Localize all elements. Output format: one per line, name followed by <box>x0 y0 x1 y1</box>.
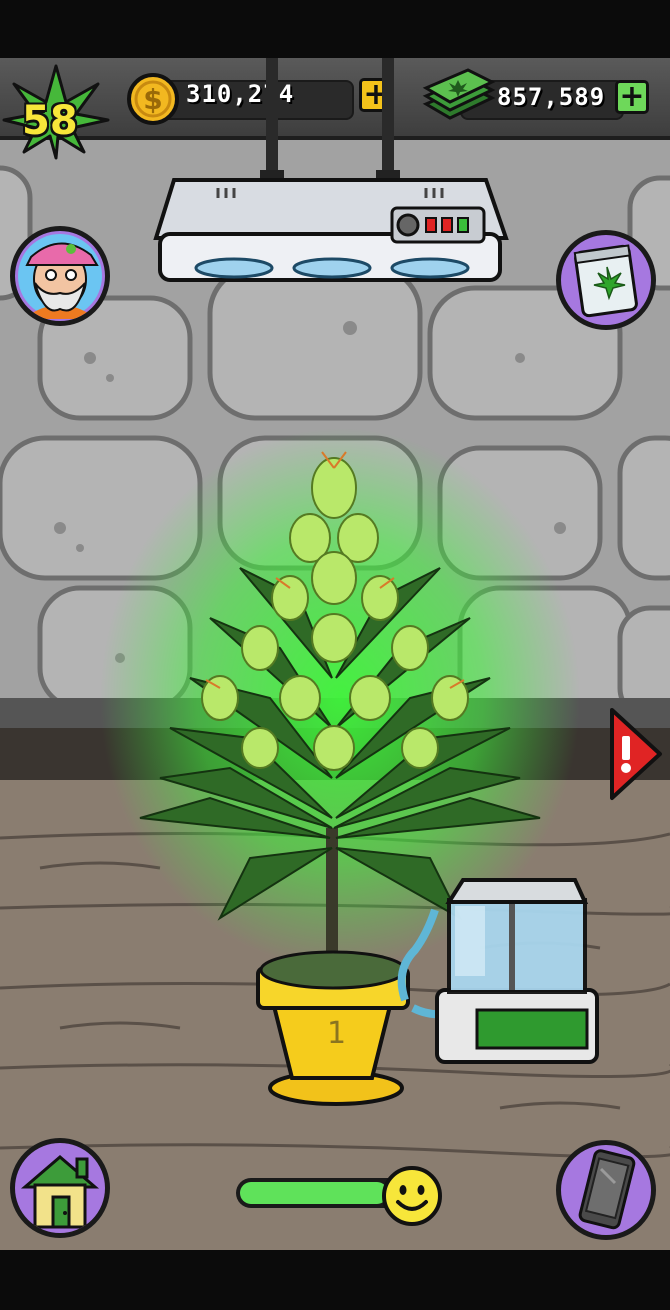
phone-icon <box>578 1149 636 1230</box>
house-icon <box>20 1155 100 1229</box>
player-level: 58 <box>22 98 78 144</box>
top-letterbox <box>0 0 670 58</box>
cash-value: 857,589 <box>497 83 606 111</box>
weed-bag-icon <box>573 244 638 318</box>
pot-number: 1 <box>327 1016 347 1051</box>
add-cash-label: + <box>619 79 645 114</box>
alert-button[interactable] <box>608 706 664 802</box>
game-screen: $ 310,274 + 857,589 + 58 1 <box>0 58 670 1250</box>
add-cash-button[interactable]: + <box>615 80 649 114</box>
stash-bag-button[interactable] <box>556 230 656 330</box>
old-man-avatar <box>18 234 102 319</box>
phone-button[interactable] <box>556 1140 656 1240</box>
home-button[interactable] <box>10 1138 110 1238</box>
smiley-icon[interactable] <box>380 1164 444 1228</box>
character-avatar-button[interactable] <box>10 226 110 326</box>
growth-progress-fill <box>240 1182 388 1204</box>
bottom-letterbox <box>0 1250 670 1310</box>
grow-lamp <box>153 58 509 282</box>
plant-pot[interactable] <box>252 908 412 1108</box>
water-pump-machine[interactable] <box>395 820 605 1070</box>
